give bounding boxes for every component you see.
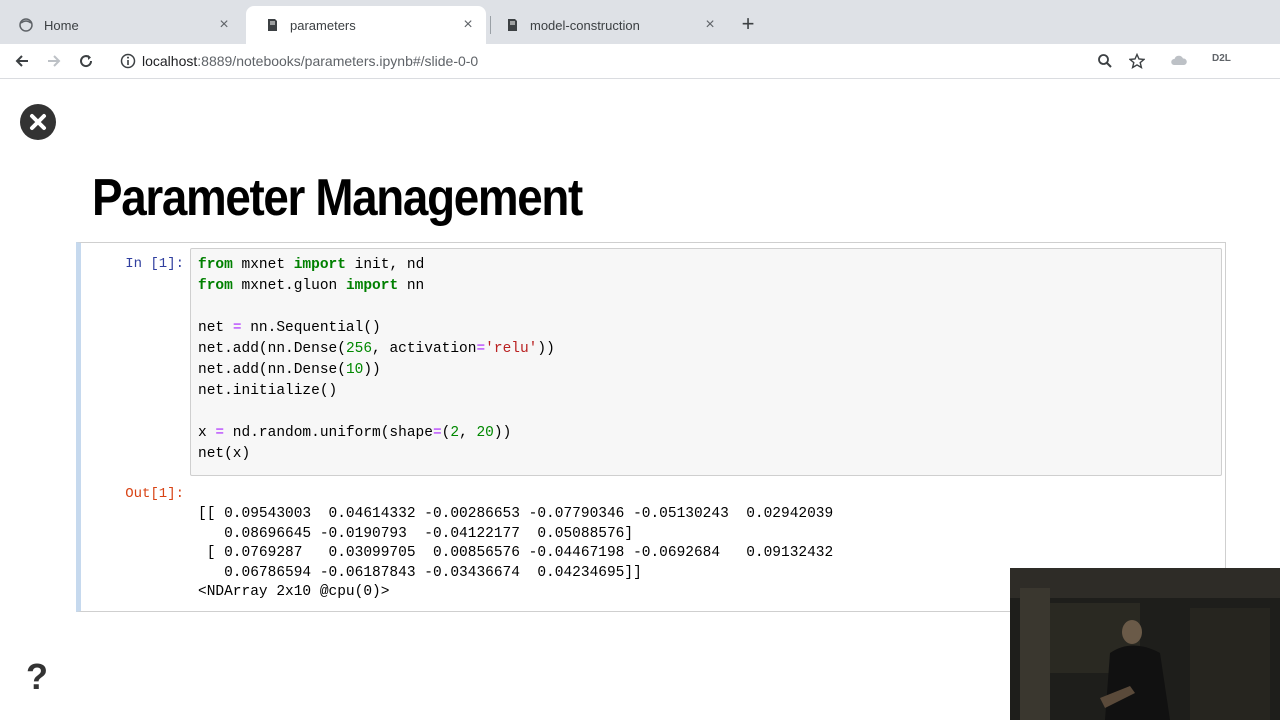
code-token: net(x) xyxy=(198,446,251,462)
code-line: net(x) xyxy=(198,444,555,465)
code-token: import xyxy=(293,257,346,273)
code-token: , xyxy=(459,425,477,441)
code-token: 256 xyxy=(345,341,373,357)
code-token: x xyxy=(198,425,216,441)
code-token: = xyxy=(232,320,242,336)
output-prompt: Out[1]: xyxy=(125,486,184,502)
magnifier-icon xyxy=(1098,54,1112,68)
extension-button[interactable] xyxy=(1167,49,1191,73)
bookmark-button[interactable] xyxy=(1125,49,1149,73)
help-icon[interactable]: ? xyxy=(26,656,48,698)
code-token: 'relu' xyxy=(485,341,538,357)
code-token: net.add(nn.Dense( xyxy=(198,362,346,378)
code-token: )) xyxy=(537,341,555,357)
code-token: net.initialize() xyxy=(198,383,338,399)
video-frame xyxy=(1010,568,1280,720)
url-path: :8889/notebooks/parameters.ipynb#/slide-… xyxy=(197,53,479,69)
code-line: net.add(nn.Dense(10)) xyxy=(198,360,555,381)
code-token: mxnet xyxy=(232,257,294,273)
tab-close-icon[interactable]: × xyxy=(216,17,232,33)
code-token: )) xyxy=(493,425,512,441)
code-line: net = nn.Sequential() xyxy=(198,318,555,339)
code-token: 20 xyxy=(476,425,494,441)
reload-icon xyxy=(80,55,93,68)
code-token: net xyxy=(198,320,233,336)
code-token: mxnet.gluon xyxy=(232,278,346,294)
back-button[interactable] xyxy=(10,49,34,73)
output-line: [ 0.0769287 0.03099705 0.00856576 -0.044… xyxy=(198,545,834,561)
code-token: nd.random.uniform(shape xyxy=(224,425,433,441)
code-line: net.initialize() xyxy=(198,381,555,402)
code-token: init, nd xyxy=(345,257,425,273)
info-icon[interactable] xyxy=(116,49,140,73)
address-bar[interactable]: localhost:8889/notebooks/parameters.ipyn… xyxy=(108,46,1158,76)
code-line: x = nd.random.uniform(shape=(2, 20)) xyxy=(198,423,555,444)
reload-button[interactable] xyxy=(74,49,98,73)
output-line: [[ 0.09543003 0.04614332 -0.00286653 -0.… xyxy=(198,506,834,522)
code-token: from xyxy=(198,278,233,294)
code-token: )) xyxy=(363,362,381,378)
output-line: <NDArray 2x10 @cpu(0)> xyxy=(198,584,390,600)
arrow-left-icon xyxy=(15,55,28,67)
code-token: = xyxy=(215,425,225,441)
extension-label[interactable]: D2L xyxy=(1212,53,1231,64)
code-token: 2 xyxy=(450,425,460,441)
code-token: nn.Sequential() xyxy=(241,320,381,336)
code-token: net.add(nn.Dense( xyxy=(198,341,346,357)
code-token: 10 xyxy=(345,362,364,378)
tab-close-icon[interactable]: × xyxy=(460,17,476,33)
jupyter-icon xyxy=(18,17,34,33)
tab-parameters[interactable]: parameters × xyxy=(246,6,486,44)
code-token: import xyxy=(345,278,399,294)
exit-slideshow-button[interactable] xyxy=(20,104,56,140)
code-line: from mxnet import init, nd xyxy=(198,255,555,276)
url-text: localhost:8889/notebooks/parameters.ipyn… xyxy=(142,53,478,69)
arrow-right-icon xyxy=(48,55,61,67)
input-prompt: In [1]: xyxy=(125,256,184,272)
video-overlay xyxy=(1010,568,1280,720)
output-line: 0.08696645 -0.0190793 -0.04122177 0.0508… xyxy=(198,525,634,542)
slide-title: Parameter Management xyxy=(92,169,583,227)
star-icon xyxy=(1129,53,1145,69)
cell-output: [[ 0.09543003 0.04614332 -0.00286653 -0.… xyxy=(198,505,833,603)
new-tab-button[interactable]: + xyxy=(736,13,760,37)
code-editor[interactable]: from mxnet import init, nd from mxnet.glu… xyxy=(198,255,555,465)
notebook-icon xyxy=(504,17,520,33)
browser-tab-strip: Home × parameters × model-construction ×… xyxy=(0,0,1280,44)
code-token: = xyxy=(476,341,486,357)
code-line: net.add(nn.Dense(256, activation='relu')… xyxy=(198,339,555,360)
code-token: from xyxy=(198,257,233,273)
output-line: 0.06786594 -0.06187843 -0.03436674 0.042… xyxy=(198,564,642,581)
close-circle-icon xyxy=(30,114,46,130)
tab-close-icon[interactable]: × xyxy=(702,17,718,33)
tab-model-construction[interactable]: model-construction × xyxy=(486,6,728,44)
notebook-icon xyxy=(264,17,280,33)
code-token: nn xyxy=(398,278,425,294)
code-token: = xyxy=(432,425,442,441)
tab-title: model-construction xyxy=(530,17,640,33)
url-host: localhost xyxy=(142,53,198,69)
code-token: , activation xyxy=(372,341,477,357)
tab-home[interactable]: Home × xyxy=(0,6,242,44)
tab-title: parameters xyxy=(290,17,356,33)
code-line: from mxnet.gluon import nn xyxy=(198,276,555,297)
tab-title: Home xyxy=(44,17,79,33)
browser-toolbar: localhost:8889/notebooks/parameters.ipyn… xyxy=(0,44,1280,79)
cloud-icon xyxy=(1171,55,1187,65)
zoom-button[interactable] xyxy=(1093,49,1117,73)
forward-button[interactable] xyxy=(42,49,66,73)
